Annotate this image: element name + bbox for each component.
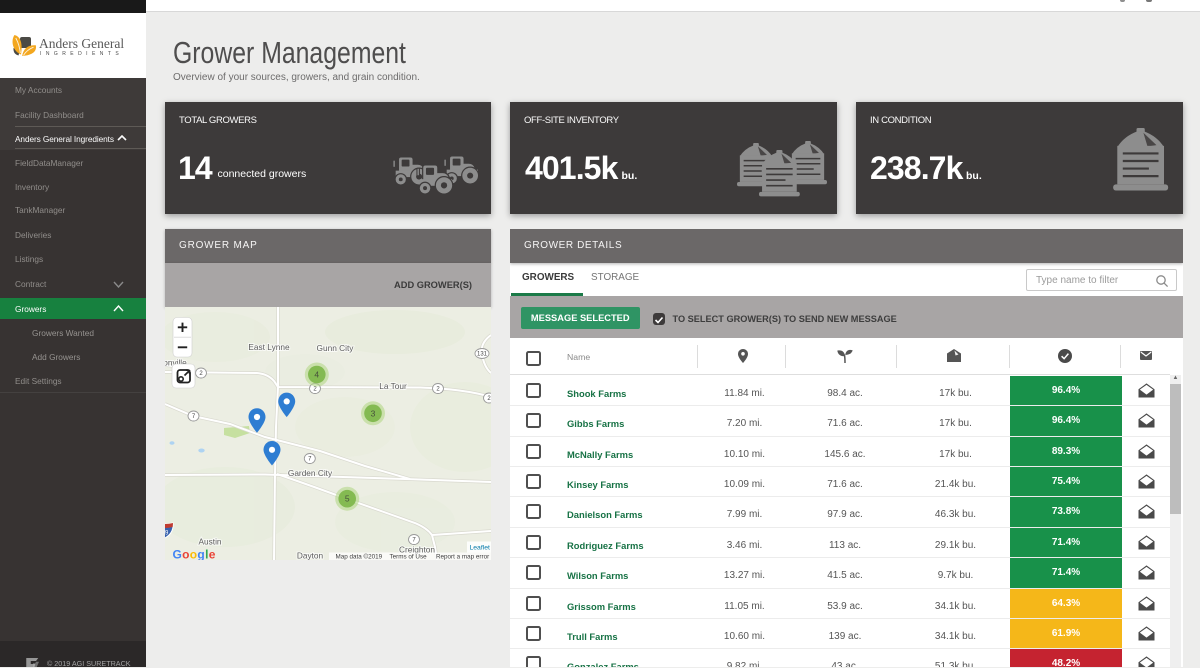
svg-text:5: 5 <box>345 494 350 504</box>
svg-text:Austin: Austin <box>198 537 221 547</box>
svg-text:3: 3 <box>371 408 376 418</box>
svg-text:Map data ©2019: Map data ©2019 <box>336 553 383 561</box>
svg-text:2: 2 <box>487 396 491 402</box>
svg-text:Gunn City: Gunn City <box>317 343 355 353</box>
svg-text:Dayton: Dayton <box>297 551 324 561</box>
svg-text:Leaflet: Leaflet <box>470 545 491 552</box>
svg-text:Garden City: Garden City <box>288 468 333 478</box>
svg-text:Terms of Use: Terms of Use <box>390 554 428 561</box>
svg-text:East Lynne: East Lynne <box>248 342 290 352</box>
svg-text:La Tour: La Tour <box>379 381 407 391</box>
svg-text:4: 4 <box>314 370 319 380</box>
svg-text:Google: Google <box>173 548 216 561</box>
svg-text:131: 131 <box>477 352 488 358</box>
svg-text:Report a map error: Report a map error <box>436 554 489 561</box>
